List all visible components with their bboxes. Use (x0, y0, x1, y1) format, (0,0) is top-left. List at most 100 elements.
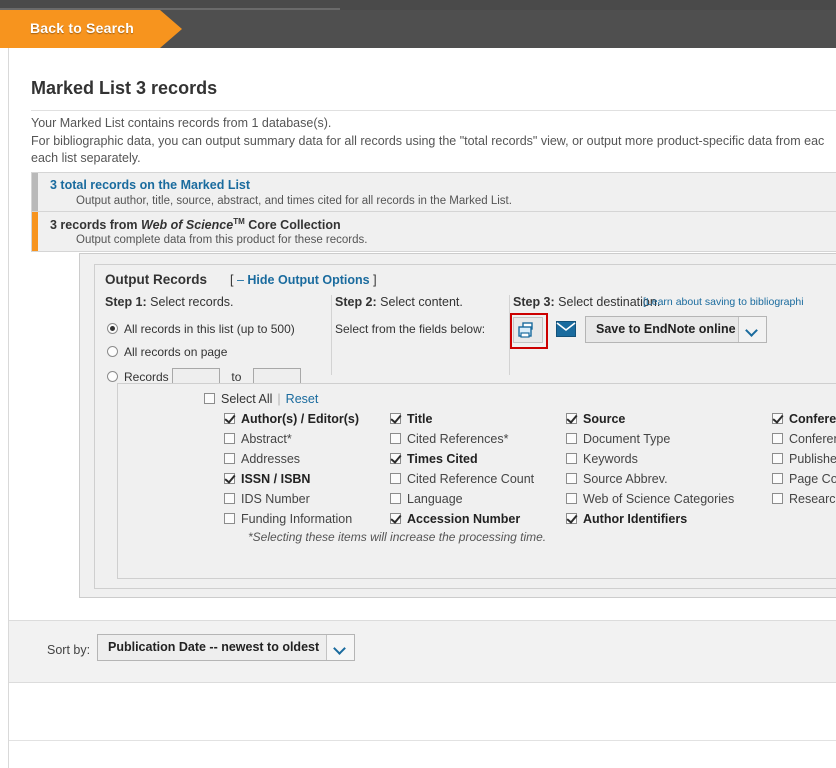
field-label: Abstract* (241, 432, 292, 446)
field-label: Page Count / Chapter C (789, 472, 836, 486)
field-document-type[interactable]: Document Type (566, 432, 766, 452)
field-abstract[interactable]: Abstract* (224, 432, 394, 452)
output-records-box: Output Records [ – Hide Output Options ]… (94, 264, 836, 589)
select-all-checkbox[interactable] (204, 393, 215, 404)
checkbox-checked-icon[interactable] (566, 413, 577, 424)
radio-icon-selected[interactable] (107, 323, 118, 334)
field-language[interactable]: Language (390, 492, 590, 512)
checkbox-icon[interactable] (772, 453, 783, 464)
checkbox-icon[interactable] (390, 473, 401, 484)
step-2-label: Step 2: Select content. (335, 295, 463, 309)
checkbox-icon[interactable] (224, 453, 235, 464)
destination-select[interactable]: Save to EndNote online (585, 316, 767, 343)
field-cited-references[interactable]: Cited References* (390, 432, 590, 452)
step-divider-1 (331, 295, 332, 375)
step-1-label: Step 1: Select records. (105, 295, 234, 309)
field-conference-sponsors[interactable]: Conference Sponsors (772, 432, 836, 452)
field-addresses[interactable]: Addresses (224, 452, 394, 472)
step-3-number: Step 3: (513, 295, 555, 309)
total-records-title[interactable]: 3 total records on the Marked List (50, 178, 250, 192)
checkbox-checked-icon[interactable] (772, 413, 783, 424)
hide-output-options-control[interactable]: [ – Hide Output Options ] (230, 273, 377, 287)
checkbox-checked-icon[interactable] (224, 413, 235, 424)
bracket-open: [ (230, 273, 233, 287)
checkbox-icon[interactable] (224, 493, 235, 504)
wos-core-collection-group[interactable]: 3 records from Web of ScienceTM Core Col… (31, 212, 836, 252)
field-label: Times Cited (407, 452, 478, 466)
wos-group-title: 3 records from Web of ScienceTM Core Col… (50, 217, 341, 232)
field-author-editor[interactable]: Author(s) / Editor(s) (224, 412, 394, 432)
field-label: Source Abbrev. (583, 472, 668, 486)
hide-output-options-link[interactable]: Hide Output Options (247, 273, 369, 287)
step-2-hint: Select from the fields below: (335, 322, 485, 336)
checkbox-icon[interactable] (566, 453, 577, 464)
field-column-4: Conference Informatio Conference Sponsor… (772, 412, 836, 512)
field-wos-categories[interactable]: Web of Science Categories (566, 492, 766, 512)
checkbox-icon[interactable] (566, 493, 577, 504)
field-label: Cited References* (407, 432, 508, 446)
checkbox-icon[interactable] (566, 473, 577, 484)
field-selection-box: Select All|Reset Author(s) / Editor(s) A… (117, 383, 836, 579)
results-divider (9, 740, 836, 741)
field-label: Title (407, 412, 432, 426)
learn-about-saving-link[interactable]: [Learn about saving to bibliographi (643, 296, 804, 308)
step-2-text: Select content. (377, 295, 463, 309)
checkbox-checked-icon[interactable] (566, 513, 577, 524)
group-accent-bar-active (32, 212, 38, 251)
field-label: ISSN / ISBN (241, 472, 310, 486)
field-page-count-chapter-count[interactable]: Page Count / Chapter C (772, 472, 836, 492)
email-button[interactable] (556, 321, 576, 337)
checkbox-icon[interactable] (772, 473, 783, 484)
field-label: Web of Science Categories (583, 492, 734, 506)
sort-by-select-arrow[interactable] (326, 635, 354, 660)
total-records-group[interactable]: 3 total records on the Marked List Outpu… (31, 172, 836, 212)
checkbox-checked-icon[interactable] (390, 513, 401, 524)
print-button[interactable] (513, 317, 543, 343)
step-1-column: Step 1: Select records. All records in t… (105, 295, 331, 375)
wos-group-subtitle: Output complete data from this product f… (76, 234, 367, 246)
field-accession-number[interactable]: Accession Number (390, 512, 590, 532)
checkbox-icon[interactable] (390, 493, 401, 504)
checkbox-icon[interactable] (224, 513, 235, 524)
sort-by-select[interactable]: Publication Date -- newest to oldest (97, 634, 355, 661)
field-label: Research Areas (789, 492, 836, 506)
step-3-label: Step 3: Select destination. (513, 295, 660, 309)
records-to-label: to (231, 370, 241, 384)
checkbox-checked-icon[interactable] (390, 453, 401, 464)
field-conference-information[interactable]: Conference Informatio (772, 412, 836, 432)
checkbox-icon[interactable] (772, 433, 783, 444)
destination-select-arrow[interactable] (738, 317, 766, 342)
field-cited-reference-count[interactable]: Cited Reference Count (390, 472, 590, 492)
radio-all-records-in-list[interactable]: All records in this list (up to 500) (107, 322, 295, 336)
field-ids-number[interactable]: IDS Number (224, 492, 394, 512)
field-funding-information[interactable]: Funding Information (224, 512, 394, 532)
field-author-identifiers[interactable]: Author Identifiers (566, 512, 766, 532)
field-label: Addresses (241, 452, 300, 466)
field-title[interactable]: Title (390, 412, 590, 432)
checkbox-icon[interactable] (390, 433, 401, 444)
field-label: Conference Sponsors (789, 432, 836, 446)
field-column-1: Author(s) / Editor(s) Abstract* Addresse… (224, 412, 394, 532)
checkbox-icon[interactable] (566, 433, 577, 444)
field-source-abbrev[interactable]: Source Abbrev. (566, 472, 766, 492)
group-accent-bar (32, 173, 38, 211)
radio-all-records-on-page[interactable]: All records on page (107, 345, 227, 359)
field-keywords[interactable]: Keywords (566, 452, 766, 472)
checkbox-checked-icon[interactable] (224, 473, 235, 484)
field-times-cited[interactable]: Times Cited (390, 452, 590, 472)
radio-icon[interactable] (107, 346, 118, 357)
field-source[interactable]: Source (566, 412, 766, 432)
checkbox-icon[interactable] (224, 433, 235, 444)
back-to-search-button[interactable]: Back to Search (0, 10, 160, 48)
reset-link[interactable]: Reset (286, 392, 319, 406)
select-all-divider: | (277, 392, 280, 406)
step-2-number: Step 2: (335, 295, 377, 309)
field-processing-note: *Selecting these items will increase the… (248, 530, 546, 544)
checkbox-checked-icon[interactable] (390, 413, 401, 424)
field-issn-isbn[interactable]: ISSN / ISBN (224, 472, 394, 492)
field-publisher-information[interactable]: Publisher Information (772, 452, 836, 472)
checkbox-icon[interactable] (772, 493, 783, 504)
email-icon (556, 321, 576, 337)
field-research-areas[interactable]: Research Areas (772, 492, 836, 512)
radio-icon[interactable] (107, 371, 118, 382)
